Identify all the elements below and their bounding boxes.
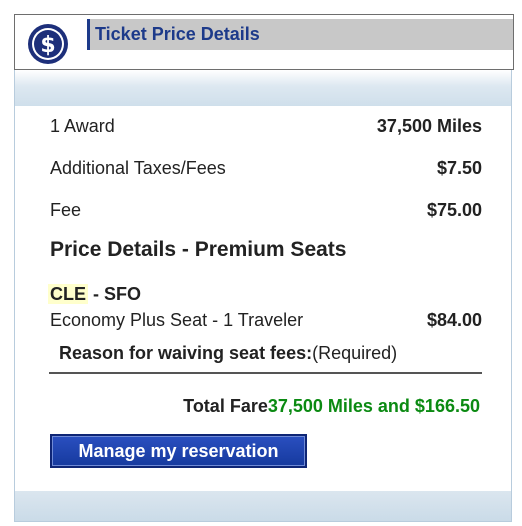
svg-text:$: $ [40, 33, 55, 58]
total-fare: Total Fare37,500 Miles and $166.50 [183, 396, 480, 417]
total-fare-label: Total Fare [183, 396, 268, 416]
page-title: Ticket Price Details [95, 24, 260, 44]
route-destination: - SFO [88, 284, 141, 304]
award-amount: 37,500 Miles [376, 116, 482, 136]
seat-row: Economy Plus Seat - 1 Traveler $84.00 [50, 310, 482, 334]
taxes-amount: $7.50 [436, 158, 482, 178]
manage-reservation-button[interactable]: Manage my reservation [50, 434, 307, 468]
ticket-price-header: $ Ticket Price Details [14, 14, 514, 70]
fee-amount: $75.00 [426, 200, 482, 220]
waive-reason-required: (Required) [312, 343, 398, 363]
dollar-sign-icon: $ [26, 22, 70, 66]
premium-seats-title: Price Details - Premium Seats [50, 238, 347, 261]
taxes-label: Additional Taxes/Fees [50, 158, 226, 178]
total-divider [49, 372, 482, 374]
header-title-bar: Ticket Price Details [87, 19, 513, 50]
award-label: 1 Award [50, 116, 115, 136]
seat-amount: $84.00 [426, 310, 482, 330]
fee-row: Fee $75.00 [50, 200, 482, 224]
panel-top-band [15, 70, 511, 106]
flight-route: CLE - SFO [48, 284, 141, 305]
price-details-panel: 1 Award 37,500 Miles Additional Taxes/Fe… [14, 70, 512, 522]
panel-bottom-band [15, 491, 511, 521]
waive-reason: Reason for waiving seat fees:(Required) [59, 343, 397, 364]
total-fare-value: 37,500 Miles and $166.50 [267, 396, 480, 416]
seat-label: Economy Plus Seat - 1 Traveler [50, 310, 304, 330]
taxes-row: Additional Taxes/Fees $7.50 [50, 158, 482, 182]
award-row: 1 Award 37,500 Miles [50, 116, 482, 140]
fee-label: Fee [50, 200, 82, 220]
waive-reason-label: Reason for waiving seat fees: [59, 343, 313, 363]
route-origin: CLE [48, 284, 88, 304]
